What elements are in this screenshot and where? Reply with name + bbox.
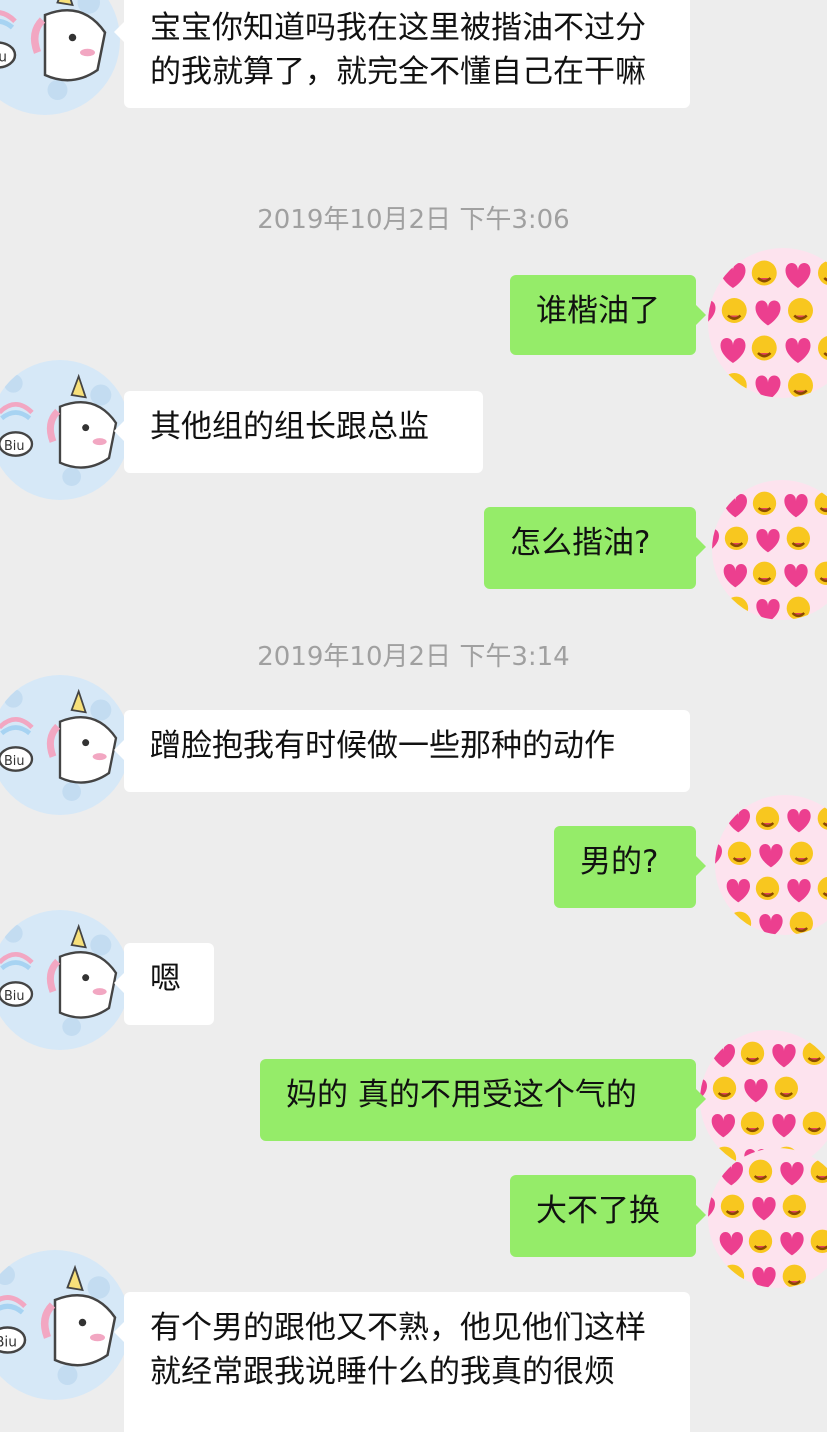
timestamp: 2019年10月2日 下午3:14 [257,642,570,672]
message-bubble-outgoing[interactable]: 男的? [554,826,706,908]
message-bubble-incoming[interactable]: 有个男的跟他又不熟，他见他们这样就经常跟我说睡什么的我真的很烦 [114,1292,690,1432]
my-avatar-icon[interactable] [708,1148,827,1288]
timestamp: 2019年10月2日 下午3:06 [257,205,570,235]
message-bubble-outgoing[interactable]: 妈的 真的不用受这个气的 [260,1059,706,1141]
contact-avatar-icon[interactable] [0,1250,130,1400]
message-bubble-incoming[interactable]: 蹭脸抱我有时候做一些那种的动作 [114,710,690,792]
contact-avatar-icon[interactable] [0,0,120,115]
message-bubble-incoming[interactable]: 宝宝你知道吗我在这里被揩油不过分的我就算了，就完全不懂自己在干嘛 [114,0,690,108]
message-bubble-outgoing[interactable]: 大不了换 [510,1175,706,1257]
my-avatar-icon[interactable] [712,480,827,620]
my-avatar-icon[interactable] [715,795,827,935]
contact-avatar-icon[interactable] [0,910,130,1050]
message-bubble-outgoing[interactable]: 谁楷油了 [510,275,706,355]
message-bubble-incoming[interactable]: 其他组的组长跟总监 [114,391,483,473]
message-bubble-incoming[interactable]: 嗯 [114,943,214,1025]
chat-window: 宝宝你知道吗我在这里被揩油不过分的我就算了，就完全不懂自己在干嘛 2019年10… [0,0,827,1432]
message-bubble-outgoing[interactable]: 怎么揩油? [484,507,706,589]
contact-avatar-icon[interactable] [0,360,130,500]
contact-avatar-icon[interactable] [0,675,130,815]
my-avatar-icon[interactable] [708,248,827,398]
